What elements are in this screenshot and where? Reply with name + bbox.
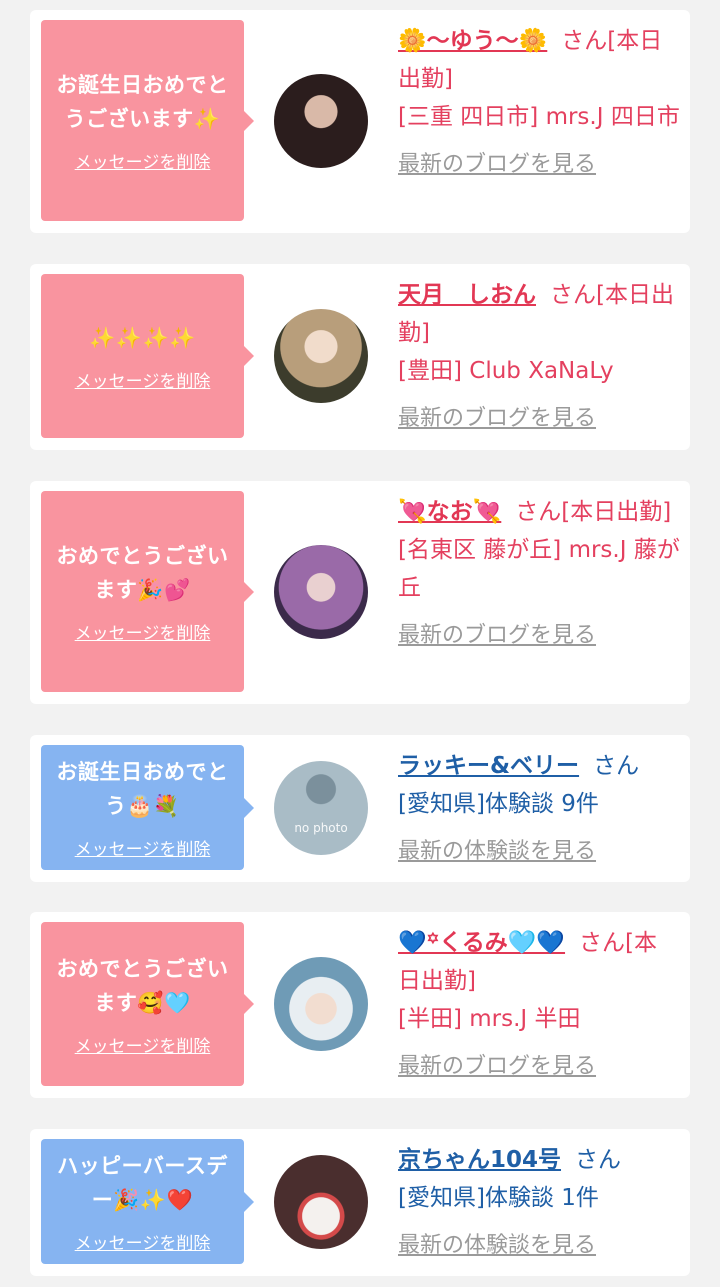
delete-message-link[interactable]: メッセージを削除 (75, 619, 211, 644)
status-text: さん[本日出勤] (515, 499, 672, 525)
message-text: ハッピーバースデー🎉✨❤️ (57, 1154, 228, 1212)
latest-blog-link[interactable]: 最新のブログを見る (398, 1048, 596, 1086)
avatar[interactable] (274, 1155, 368, 1249)
avatar[interactable] (274, 957, 368, 1051)
latest-blog-link[interactable]: 最新のブログを見る (398, 617, 596, 655)
latest-review-link[interactable]: 最新の体験談を見る (398, 833, 596, 871)
message-card: ハッピーバースデー🎉✨❤️ メッセージを削除 京ちゃん104号 さん [愛知県]体… (30, 1129, 690, 1276)
latest-blog-link[interactable]: 最新のブログを見る (398, 146, 596, 184)
delete-message-link[interactable]: メッセージを削除 (75, 1229, 211, 1254)
avatar[interactable] (274, 309, 368, 403)
message-card: お誕生日おめでとう🎂💐 メッセージを削除 no photo ラッキー&ベリー さん… (30, 735, 690, 882)
message-text: ✨✨✨✨ (89, 325, 196, 350)
message-bubble: ハッピーバースデー🎉✨❤️ メッセージを削除 (41, 1139, 254, 1264)
profile-name-link[interactable]: 🌼〜ゆう〜🌼 (398, 28, 547, 54)
profile-info: 💘なお💘 さん[本日出勤] [名東区 藤が丘] mrs.J 藤が丘 最新のブログを… (398, 493, 680, 655)
message-bubble: おめでとうございます🎉💕 メッセージを削除 (41, 491, 254, 692)
message-card: お誕生日おめでとうございます✨ メッセージを削除 🌼〜ゆう〜🌼 さん[本日出勤] … (30, 10, 690, 233)
status-text: さん (593, 753, 640, 779)
message-bubble: おめでとうございます🥰🩵 メッセージを削除 (41, 922, 254, 1086)
delete-message-link[interactable]: メッセージを削除 (75, 835, 211, 860)
profile-name-link[interactable]: 天月 しおん (398, 282, 536, 308)
latest-blog-link[interactable]: 最新のブログを見る (398, 400, 596, 438)
profile-name-link[interactable]: 💙꙳くるみ🩵💙 (398, 930, 565, 956)
profile-info: 京ちゃん104号 さん [愛知県]体験談 1件 最新の体験談を見る (398, 1141, 680, 1265)
review-count-text: [愛知県]体験談 1件 (398, 1185, 599, 1211)
message-card: おめでとうございます🎉💕 メッセージを削除 💘なお💘 さん[本日出勤] [名東区 … (30, 481, 690, 704)
shop-text: [半田] mrs.J 半田 (398, 1006, 581, 1032)
status-text: さん (575, 1147, 622, 1173)
message-bubble: お誕生日おめでとうございます✨ メッセージを削除 (41, 20, 254, 221)
message-text: おめでとうございます🥰🩵 (56, 956, 229, 1015)
profile-info: ラッキー&ベリー さん [愛知県]体験談 9件 最新の体験談を見る (398, 747, 680, 871)
profile-name-link[interactable]: 💘なお💘 (398, 499, 501, 525)
shop-text: [豊田] Club XaNaLy (398, 358, 614, 384)
profile-info: 天月 しおん さん[本日出勤] [豊田] Club XaNaLy 最新のブログを見… (398, 276, 680, 438)
message-text: お誕生日おめでとうございます✨ (56, 73, 229, 131)
message-card: ✨✨✨✨ メッセージを削除 天月 しおん さん[本日出勤] [豊田] Club X… (30, 264, 690, 450)
avatar[interactable]: no photo (274, 761, 368, 855)
message-card: おめでとうございます🥰🩵 メッセージを削除 💙꙳くるみ🩵💙 さん[本日出勤] [半… (30, 912, 690, 1098)
profile-name-link[interactable]: 京ちゃん104号 (398, 1147, 561, 1173)
shop-text: [三重 四日市] mrs.J 四日市 (398, 104, 680, 130)
message-text: お誕生日おめでとう🎂💐 (56, 760, 229, 818)
profile-info: 🌼〜ゆう〜🌼 さん[本日出勤] [三重 四日市] mrs.J 四日市 最新のブログ… (398, 22, 680, 184)
no-photo-label: no photo (294, 821, 348, 835)
message-bubble: お誕生日おめでとう🎂💐 メッセージを削除 (41, 745, 254, 870)
shop-text: [名東区 藤が丘] mrs.J 藤が丘 (398, 537, 680, 601)
message-text: おめでとうございます🎉💕 (56, 544, 229, 602)
delete-message-link[interactable]: メッセージを削除 (75, 148, 211, 173)
message-bubble: ✨✨✨✨ メッセージを削除 (41, 274, 254, 438)
profile-name-link[interactable]: ラッキー&ベリー (398, 753, 579, 779)
birthday-message-list: お誕生日おめでとうございます✨ メッセージを削除 🌼〜ゆう〜🌼 さん[本日出勤] … (0, 0, 720, 1287)
avatar[interactable] (274, 545, 368, 639)
avatar[interactable] (274, 74, 368, 168)
review-count-text: [愛知県]体験談 9件 (398, 791, 599, 817)
profile-info: 💙꙳くるみ🩵💙 さん[本日出勤] [半田] mrs.J 半田 最新のブログを見る (398, 924, 680, 1086)
delete-message-link[interactable]: メッセージを削除 (75, 1032, 211, 1057)
latest-review-link[interactable]: 最新の体験談を見る (398, 1227, 596, 1265)
delete-message-link[interactable]: メッセージを削除 (75, 367, 211, 392)
